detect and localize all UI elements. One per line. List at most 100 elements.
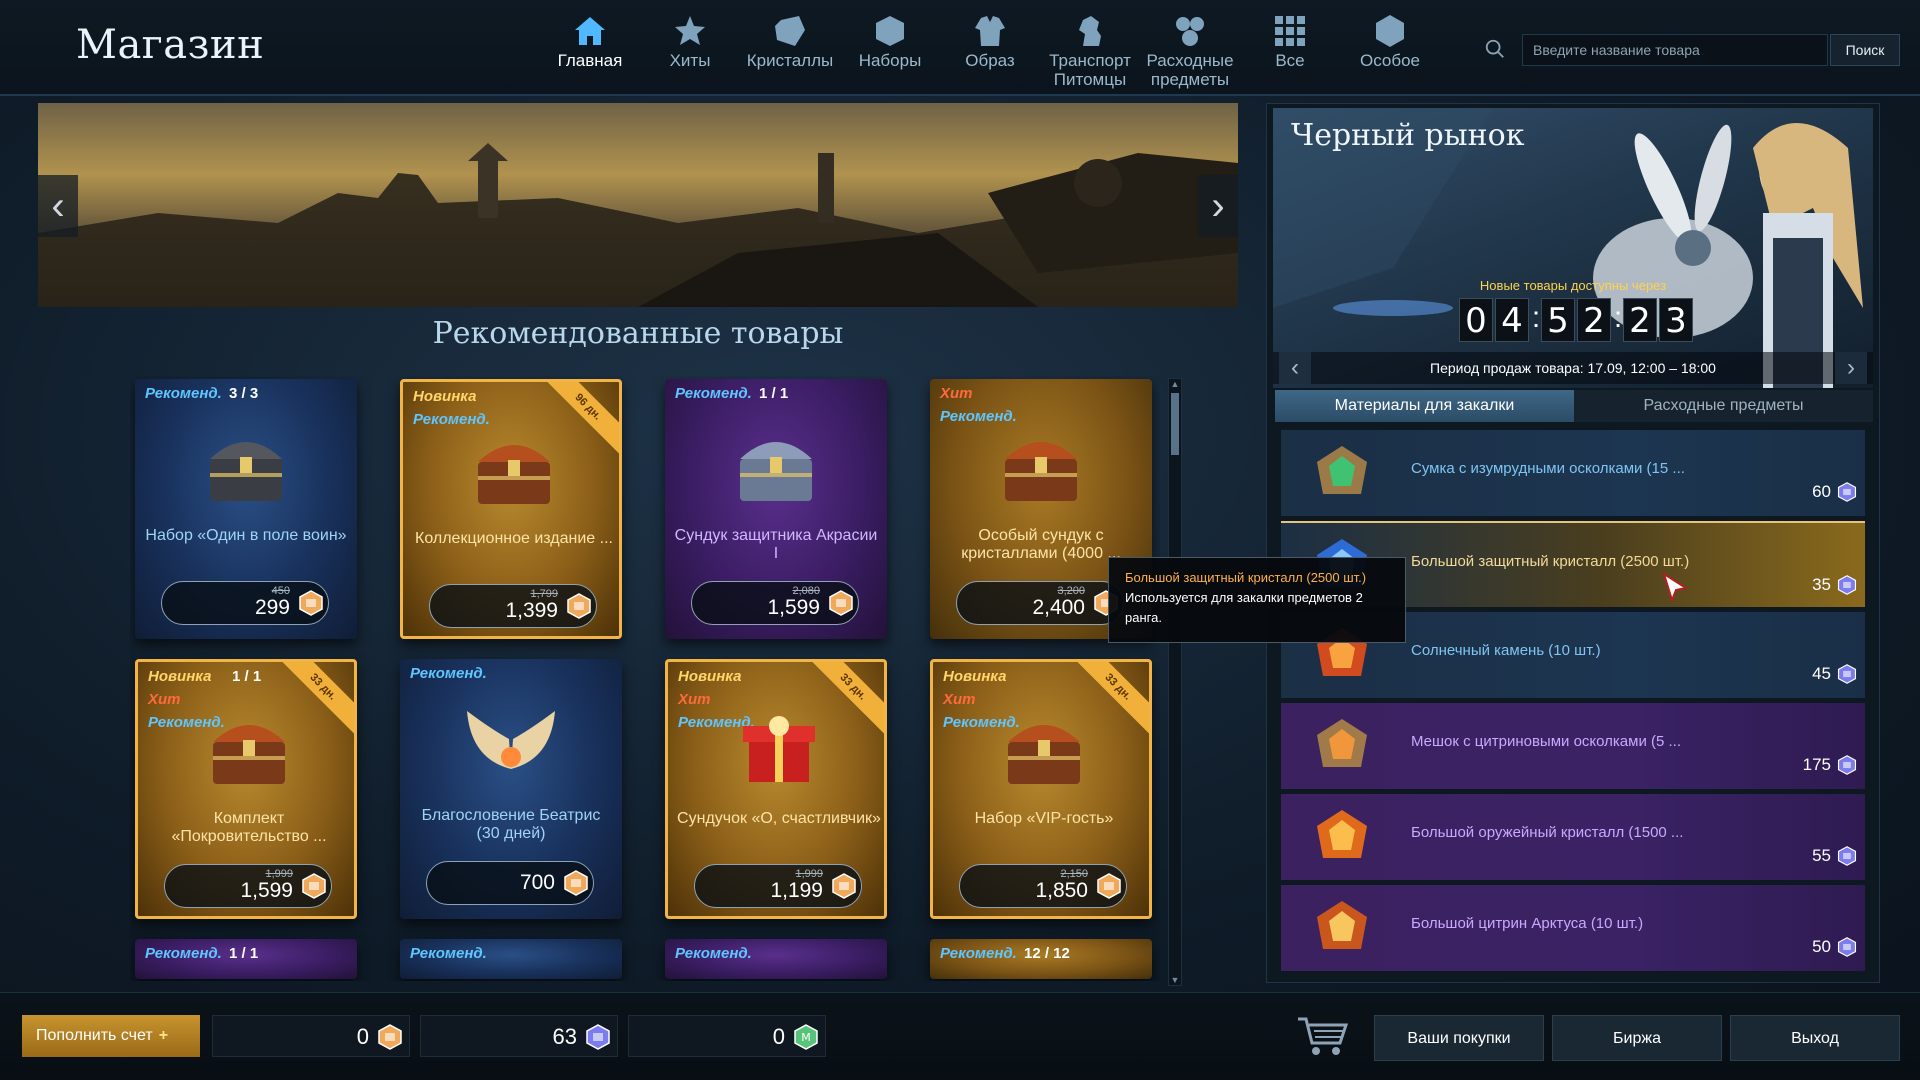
product-tag: Новинка <box>148 668 212 685</box>
price-box: 2,150 1,850 <box>959 864 1127 908</box>
nav-item-8[interactable]: Особое <box>1340 14 1440 92</box>
price-box: 2,080 1,599 <box>691 581 859 625</box>
black-market-item[interactable]: Большой оружейный кристалл (1500 ... 55 <box>1281 794 1865 880</box>
search-input[interactable] <box>1522 34 1828 66</box>
product-card[interactable]: Новинка Хит Рекоменд. 33 дн. Набор «VIP-гост… <box>930 659 1152 919</box>
exchange-button[interactable]: Биржа <box>1552 1015 1722 1061</box>
page-title: Магазин <box>76 22 265 68</box>
price-box: 1,999 1,599 <box>164 864 332 908</box>
price-box: 700 <box>426 861 594 905</box>
nav-label: Транспорт Питомцы <box>1049 51 1131 89</box>
chest-icon <box>994 702 1094 792</box>
search-icon[interactable] <box>1484 38 1506 60</box>
product-tag: Хит <box>678 691 711 708</box>
product-count: 12 / 12 <box>1024 945 1070 962</box>
nav-item-1[interactable]: Хиты <box>640 14 740 92</box>
product-card[interactable]: Рекоменд. <box>400 939 622 979</box>
price: 2,400 <box>1032 596 1085 619</box>
main-nav: Главная Хиты Кристаллы Наборы Образ Транспорт… <box>540 14 1440 92</box>
product-card[interactable]: Рекоменд. 12 / 12 <box>930 939 1152 979</box>
item-price: 55 <box>1812 846 1831 865</box>
banner-next-button[interactable]: › <box>1198 175 1238 237</box>
banner-prev-button[interactable]: ‹ <box>38 175 78 237</box>
countdown-timer: 04:52:23 <box>1459 298 1695 342</box>
black-market-item[interactable]: Сумка с изумрудными осколками (15 ... 60 <box>1281 430 1865 516</box>
nav-label: Хиты <box>669 51 711 70</box>
blue-crystal-coin-icon <box>1837 664 1857 684</box>
gift-box-icon <box>729 702 829 792</box>
nav-item-4[interactable]: Образ <box>940 14 1040 92</box>
product-card[interactable]: Новинка Хит Рекоменд. 1 / 1 33 дн. Комплект «… <box>135 659 357 919</box>
nav-item-3[interactable]: Наборы <box>840 14 940 92</box>
item-tooltip: Большой защитный кристалл (2500 шт.) Исп… <box>1108 557 1406 643</box>
wings-icon <box>461 699 561 789</box>
item-name: Мешок с цитриновыми осколками (5 ... <box>1411 733 1682 750</box>
black-market-list: Сумка с изумрудными осколками (15 ... 60 Б… <box>1281 430 1865 976</box>
black-market-tabs: Материалы для закалки Расходные предметы <box>1275 390 1873 422</box>
black-market-hero: Черный рынок Новые товары доступны через… <box>1273 108 1873 388</box>
product-card[interactable]: Рекоменд. 1 / 1 <box>135 939 357 979</box>
nav-item-7[interactable]: Все <box>1240 14 1340 92</box>
timer-digit: 2 <box>1577 298 1611 342</box>
product-tag: Рекоменд. <box>940 945 1017 962</box>
nav-label: Особое <box>1359 51 1420 70</box>
search-button[interactable]: Поиск <box>1830 34 1900 66</box>
price: 1,199 <box>770 879 823 902</box>
recommended-grid: Рекоменд. 3 / 3 Набор «Один в поле воин» 45… <box>130 376 1160 981</box>
promo-banner[interactable]: ‹ › <box>38 103 1238 307</box>
black-market-title: Черный рынок <box>1291 118 1525 153</box>
product-tag: Новинка <box>413 388 477 405</box>
scroll-up-icon[interactable]: ▲ <box>1170 379 1180 389</box>
black-market-item[interactable]: Большой цитрин Арктуса (10 шт.) 50 <box>1281 885 1865 971</box>
product-name: Сундук защитника Акрасии I <box>674 527 878 562</box>
nav-item-5[interactable]: Транспорт Питомцы <box>1040 14 1140 92</box>
item-price: 35 <box>1812 575 1831 594</box>
wallet-value: 0 <box>772 1024 785 1049</box>
black-market-tab-1[interactable]: Расходные предметы <box>1574 390 1873 422</box>
timer-digit: 2 <box>1623 298 1657 342</box>
product-card[interactable]: Рекоменд. 3 / 3 Набор «Один в поле воин» 45… <box>135 379 357 639</box>
wallet-balance: 0 <box>212 1015 410 1057</box>
black-market-item[interactable]: Мешок с цитриновыми осколками (5 ... 175 <box>1281 703 1865 789</box>
nav-label: Наборы <box>858 51 922 70</box>
black-market-tab-0[interactable]: Материалы для закалки <box>1275 390 1574 422</box>
item-name: Большой цитрин Арктуса (10 шт.) <box>1411 915 1644 932</box>
box-icon <box>876 16 904 46</box>
timer-separator: : <box>1531 301 1541 334</box>
product-card[interactable]: Рекоменд. 1 / 1 Сундук защитника Акрасии I… <box>665 379 887 639</box>
nav-item-2[interactable]: Кристаллы <box>740 14 840 92</box>
blue-crystal-coin-icon <box>585 1024 611 1050</box>
citrine-bag-icon <box>1309 715 1375 777</box>
orange-crystal-icon <box>1309 806 1375 868</box>
product-card[interactable]: Новинка Рекоменд. 96 дн. Коллекционное изда… <box>400 379 622 639</box>
grid-scrollbar[interactable]: ▲ ▼ <box>1168 378 1182 986</box>
your-purchases-button[interactable]: Ваши покупки <box>1374 1015 1544 1061</box>
potion-icon <box>1176 17 1204 46</box>
exit-button[interactable]: Выход <box>1730 1015 1900 1061</box>
home-icon <box>575 17 605 45</box>
scroll-down-icon[interactable]: ▼ <box>1170 975 1180 985</box>
top-up-button[interactable]: Пополнить счет + <box>22 1015 200 1057</box>
item-price: 175 <box>1802 755 1831 774</box>
black-market-next-button[interactable]: › <box>1835 352 1867 384</box>
blue-crystal-coin-icon <box>1837 846 1857 866</box>
coin-icon <box>301 873 327 899</box>
star-icon <box>675 16 705 45</box>
citrine-icon <box>1309 897 1375 959</box>
coin-icon <box>377 1024 403 1050</box>
wallet-value: 0 <box>356 1024 369 1049</box>
banner-art <box>38 103 1238 307</box>
product-card[interactable]: Рекоменд. <box>665 939 887 979</box>
nav-item-6[interactable]: Расходные предметы <box>1140 14 1240 92</box>
product-card[interactable]: Новинка Хит Рекоменд. 33 дн. Сундучок «О, сч… <box>665 659 887 919</box>
black-market-prev-button[interactable]: ‹ <box>1279 352 1311 384</box>
plus-icon: + <box>158 1027 169 1044</box>
product-card[interactable]: Рекоменд. Благословение Беатрис (30 дней)… <box>400 659 622 919</box>
price-box: 1,799 1,399 <box>429 584 597 628</box>
outfit-icon <box>975 16 1005 46</box>
price: 1,599 <box>767 596 820 619</box>
coin-icon <box>828 590 854 616</box>
nav-item-0[interactable]: Главная <box>540 14 640 92</box>
cart-icon[interactable] <box>1296 1013 1350 1059</box>
scroll-thumb[interactable] <box>1171 393 1179 455</box>
